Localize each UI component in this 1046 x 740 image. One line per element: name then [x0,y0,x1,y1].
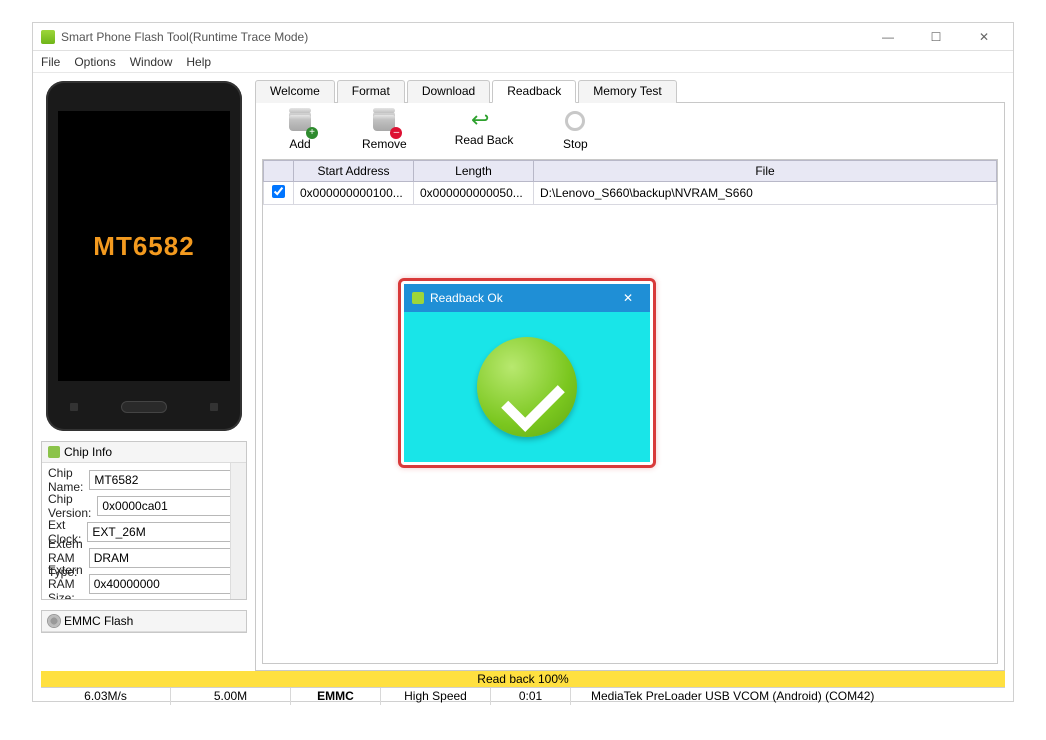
dialog-close-button[interactable]: ✕ [614,288,642,308]
tabstrip: Welcome Format Download Readback Memory … [255,79,1005,103]
chip-info-title: Chip Info [64,445,112,459]
row-start-address: 0x000000000100... [294,182,414,205]
emmc-flash-header: EMMC Flash [42,611,246,632]
add-label: Add [289,137,310,151]
maximize-button[interactable]: ☐ [921,27,951,47]
read-back-button[interactable]: ↩ Read Back [455,111,514,151]
tab-welcome[interactable]: Welcome [255,80,335,103]
left-column: BM MT6582 Chip Info Chip Name: [33,73,255,671]
progress-bar: Read back 100% [41,671,1005,687]
window-title: Smart Phone Flash Tool(Runtime Trace Mod… [61,30,873,44]
gear-icon [48,615,60,627]
table-row[interactable]: 0x000000000100... 0x000000000050... D:\L… [264,182,997,205]
chip-name-field[interactable] [89,470,246,490]
arrow-back-icon: ↩ [471,111,497,131]
tab-memory-test[interactable]: Memory Test [578,80,676,103]
dialog-titlebar: Readback Ok ✕ [404,284,650,312]
row-checkbox[interactable] [272,185,285,198]
phone-screen: MT6582 [58,111,230,381]
menu-help[interactable]: Help [186,55,211,69]
ext-ram-size-label: Extern RAM Size: [48,563,83,599]
minimize-button[interactable]: — [873,27,903,47]
col-check[interactable] [264,161,294,182]
app-icon [41,30,55,44]
stop-button[interactable]: Stop [561,111,589,151]
add-button[interactable]: + Add [286,111,314,151]
tab-readback[interactable]: Readback [492,80,576,103]
chip-info-scrollbar[interactable] [230,463,246,599]
chip-info-panel: Chip Info Chip Name: Chip Version: Ext C… [41,441,247,600]
emmc-flash-title: EMMC Flash [64,614,133,628]
remove-button[interactable]: – Remove [362,111,407,151]
phone-preview: BM MT6582 [46,81,242,431]
titlebar: Smart Phone Flash Tool(Runtime Trace Mod… [33,23,1013,51]
remove-label: Remove [362,137,407,151]
col-start-address[interactable]: Start Address [294,161,414,182]
readback-ok-dialog: Readback Ok ✕ [404,284,650,462]
status-mode: High Speed [381,688,491,705]
col-file[interactable]: File [534,161,997,182]
read-back-label: Read Back [455,133,514,147]
stop-label: Stop [563,137,588,151]
ext-ram-size-field[interactable] [89,574,246,594]
phone-home-key [121,401,167,413]
phone-menu-key [70,403,78,411]
row-length: 0x000000000050... [414,182,534,205]
emmc-flash-panel: EMMC Flash [41,610,247,633]
close-button[interactable]: ✕ [969,27,999,47]
col-length[interactable]: Length [414,161,534,182]
ext-ram-type-field[interactable] [89,548,246,568]
status-elapsed: 0:01 [491,688,571,705]
tab-download[interactable]: Download [407,80,490,103]
chip-icon [48,446,60,458]
menu-options[interactable]: Options [74,55,115,69]
readback-table: Start Address Length File 0x000000000100… [263,160,997,205]
status-storage: EMMC [291,688,381,705]
chip-info-header: Chip Info [42,442,246,463]
readback-toolbar: + Add – Remove ↩ Read Back Stop [256,103,1004,159]
chip-version-label: Chip Version: [48,492,91,520]
phone-chip-label: MT6582 [93,231,194,262]
menu-file[interactable]: File [41,55,60,69]
dialog-title-text: Readback Ok [430,291,503,305]
success-check-icon [477,337,577,437]
status-device: MediaTek PreLoader USB VCOM (Android) (C… [571,688,1005,705]
readback-ok-highlight: Readback Ok ✕ [398,278,656,468]
menubar: File Options Window Help [33,51,1013,73]
chip-name-label: Chip Name: [48,466,83,494]
ext-clock-field[interactable] [87,522,246,542]
database-remove-icon: – [370,111,398,135]
stop-icon [561,111,589,135]
status-size: 5.00M [171,688,291,705]
menu-window[interactable]: Window [130,55,173,69]
dialog-body [404,312,650,462]
chip-info-body: Chip Name: Chip Version: Ext Clock: Exte… [42,463,246,599]
dialog-app-icon [412,292,424,304]
statusbar: 6.03M/s 5.00M EMMC High Speed 0:01 Media… [41,687,1005,705]
database-add-icon: + [286,111,314,135]
phone-back-key [210,403,218,411]
row-file: D:\Lenovo_S660\backup\NVRAM_S660 [534,182,997,205]
chip-version-field[interactable] [97,496,246,516]
status-speed: 6.03M/s [41,688,171,705]
tab-format[interactable]: Format [337,80,405,103]
